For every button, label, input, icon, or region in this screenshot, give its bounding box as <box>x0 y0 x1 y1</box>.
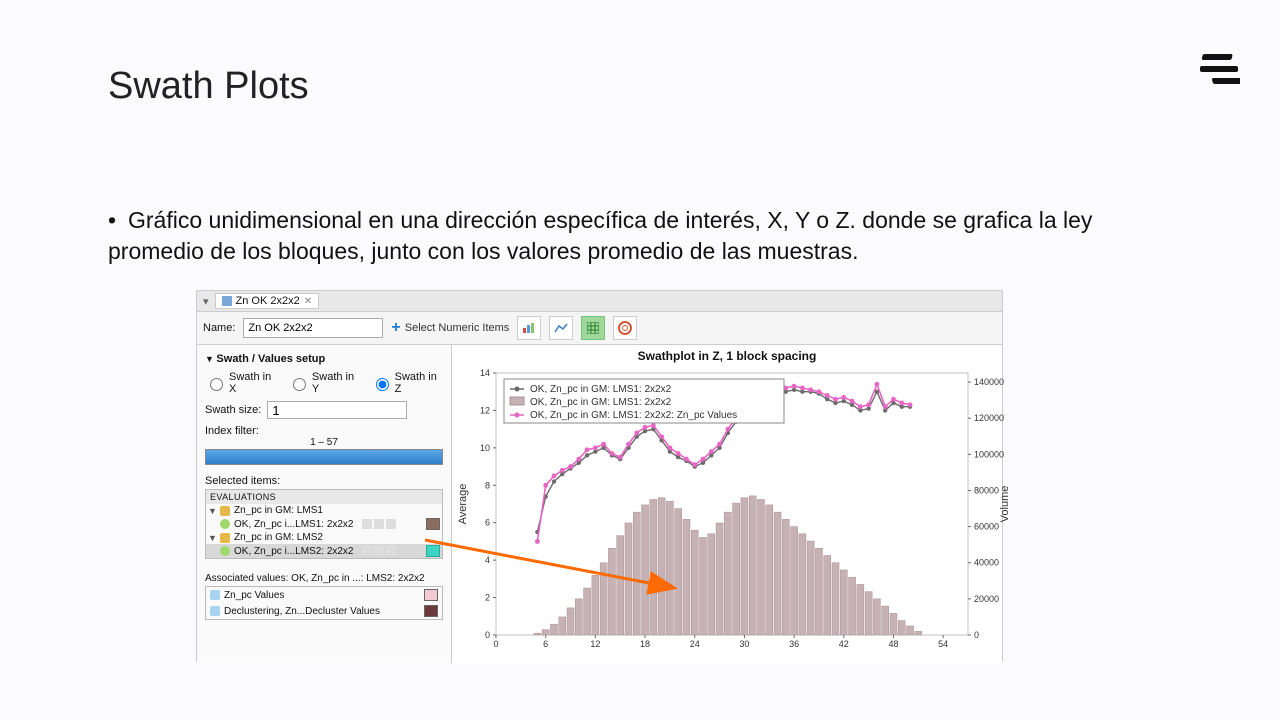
svg-text:80000: 80000 <box>974 485 999 495</box>
table-icon[interactable] <box>581 316 605 340</box>
selected-items-label: Selected items: <box>205 475 443 487</box>
toggle-icon[interactable] <box>386 546 396 556</box>
assoc-row-znpc[interactable]: Zn_pc Values <box>206 587 442 603</box>
svg-text:OK, Zn_pc in GM: LMS1: 2x2x2:: OK, Zn_pc in GM: LMS1: 2x2x2: Zn_pc Valu… <box>530 410 737 421</box>
swathplot-chart: 0246810121402000040000600008000010000012… <box>452 365 1018 661</box>
app-tabbar: ▾ Zn OK 2x2x2 ✕ <box>197 291 1002 312</box>
folder-icon <box>220 506 230 516</box>
chart-line-icon[interactable] <box>549 316 573 340</box>
svg-text:30: 30 <box>739 639 749 649</box>
svg-text:100000: 100000 <box>974 449 1004 459</box>
selected-items-tree: EVALUATIONS ▼Zn_pc in GM: LMS1 OK, Zn_pc… <box>205 489 443 559</box>
svg-text:14: 14 <box>480 368 490 378</box>
svg-text:6: 6 <box>485 518 490 528</box>
svg-text:0: 0 <box>485 630 490 640</box>
tree-node-lms2[interactable]: ▼Zn_pc in GM: LMS2 <box>206 531 442 544</box>
bullet-text: •Gráfico unidimensional en una dirección… <box>108 205 1128 267</box>
swathplot-app-window: ▾ Zn OK 2x2x2 ✕ Name: + Select Numeric I… <box>196 290 1003 662</box>
radio-swath-x[interactable]: Swath in X <box>205 371 278 395</box>
tree-node-lms1-child[interactable]: OK, Zn_pc i...LMS1: 2x2x2 <box>206 517 442 531</box>
svg-text:10: 10 <box>480 443 490 453</box>
tab-doc-icon <box>222 296 232 306</box>
name-input[interactable] <box>243 318 383 338</box>
svg-text:120000: 120000 <box>974 413 1004 423</box>
toggle-icon[interactable] <box>362 546 372 556</box>
svg-text:0: 0 <box>493 639 498 649</box>
svg-text:OK, Zn_pc in GM: LMS1: 2x2x2: OK, Zn_pc in GM: LMS1: 2x2x2 <box>530 397 672 408</box>
svg-text:42: 42 <box>839 639 849 649</box>
svg-text:Average: Average <box>457 484 469 525</box>
select-numeric-button[interactable]: + Select Numeric Items <box>391 319 509 337</box>
svg-text:60000: 60000 <box>974 522 999 532</box>
svg-text:40000: 40000 <box>974 558 999 568</box>
svg-text:8: 8 <box>485 480 490 490</box>
chart-title: Swathplot in Z, 1 block spacing <box>452 345 1002 363</box>
tab-label: Zn OK 2x2x2 <box>236 295 300 307</box>
toggle-icon[interactable] <box>374 546 384 556</box>
radio-swath-y[interactable]: Swath in Y <box>288 371 361 395</box>
svg-text:6: 6 <box>543 639 548 649</box>
assoc-values-value: OK, Zn_pc in ...: LMS2: 2x2x2 <box>291 573 424 584</box>
data-icon <box>210 590 220 600</box>
plus-icon: + <box>391 319 400 337</box>
svg-text:12: 12 <box>590 639 600 649</box>
svg-text:24: 24 <box>690 639 700 649</box>
assoc-values-list: Zn_pc Values Declustering, Zn...Decluste… <box>205 586 443 620</box>
name-label: Name: <box>203 322 235 334</box>
section-header[interactable]: Swath / Values setup <box>205 353 443 365</box>
folder-icon <box>220 533 230 543</box>
chart-area: Swathplot in Z, 1 block spacing 02468101… <box>452 345 1002 663</box>
radio-swath-z[interactable]: Swath in Z <box>371 371 443 395</box>
tree-node-lms2-child[interactable]: OK, Zn_pc i...LMS2: 2x2x2 <box>206 544 442 558</box>
tab-zn-ok[interactable]: Zn OK 2x2x2 ✕ <box>215 293 320 309</box>
tab-menu-icon[interactable]: ▾ <box>203 295 209 308</box>
color-swatch[interactable] <box>424 605 438 617</box>
toggle-icon[interactable] <box>386 519 396 529</box>
assoc-values-label: Associated values: <box>205 573 288 584</box>
svg-text:OK, Zn_pc in GM: LMS1: 2x2x2: OK, Zn_pc in GM: LMS1: 2x2x2 <box>530 384 672 395</box>
color-swatch[interactable] <box>424 589 438 601</box>
swath-size-label: Swath size: <box>205 404 261 416</box>
svg-text:2: 2 <box>485 593 490 603</box>
index-filter-slider[interactable] <box>205 449 443 465</box>
tree-header-evaluations: EVALUATIONS <box>206 490 442 504</box>
index-filter-label: Index filter: <box>205 425 259 437</box>
company-logo-icon <box>1198 50 1240 93</box>
tree-node-lms1[interactable]: ▼Zn_pc in GM: LMS1 <box>206 504 442 517</box>
color-swatch[interactable] <box>426 545 440 557</box>
app-toolbar: Name: + Select Numeric Items <box>197 312 1002 345</box>
color-swatch[interactable] <box>426 518 440 530</box>
svg-text:18: 18 <box>640 639 650 649</box>
toggle-icon[interactable] <box>362 519 372 529</box>
index-filter-range: 1 – 57 <box>205 437 443 448</box>
chart-bar-icon[interactable] <box>517 316 541 340</box>
select-numeric-label: Select Numeric Items <box>405 322 510 334</box>
swath-size-input[interactable] <box>267 401 407 419</box>
svg-text:4: 4 <box>485 555 490 565</box>
settings-panel: Swath / Values setup Swath in X Swath in… <box>197 345 452 663</box>
eval-icon <box>220 546 230 556</box>
svg-text:54: 54 <box>938 639 948 649</box>
assoc-row-declustering[interactable]: Declustering, Zn...Decluster Values <box>206 603 442 619</box>
svg-text:12: 12 <box>480 405 490 415</box>
close-icon[interactable]: ✕ <box>304 296 312 307</box>
svg-text:Volume: Volume <box>999 486 1011 523</box>
toggle-icon[interactable] <box>374 519 384 529</box>
svg-text:48: 48 <box>888 639 898 649</box>
svg-text:140000: 140000 <box>974 377 1004 387</box>
help-icon[interactable] <box>613 316 637 340</box>
data-icon <box>210 606 220 616</box>
slide-title: Swath Plots <box>108 65 309 108</box>
eval-icon <box>220 519 230 529</box>
svg-text:0: 0 <box>974 630 979 640</box>
svg-text:36: 36 <box>789 639 799 649</box>
svg-text:20000: 20000 <box>974 594 999 604</box>
